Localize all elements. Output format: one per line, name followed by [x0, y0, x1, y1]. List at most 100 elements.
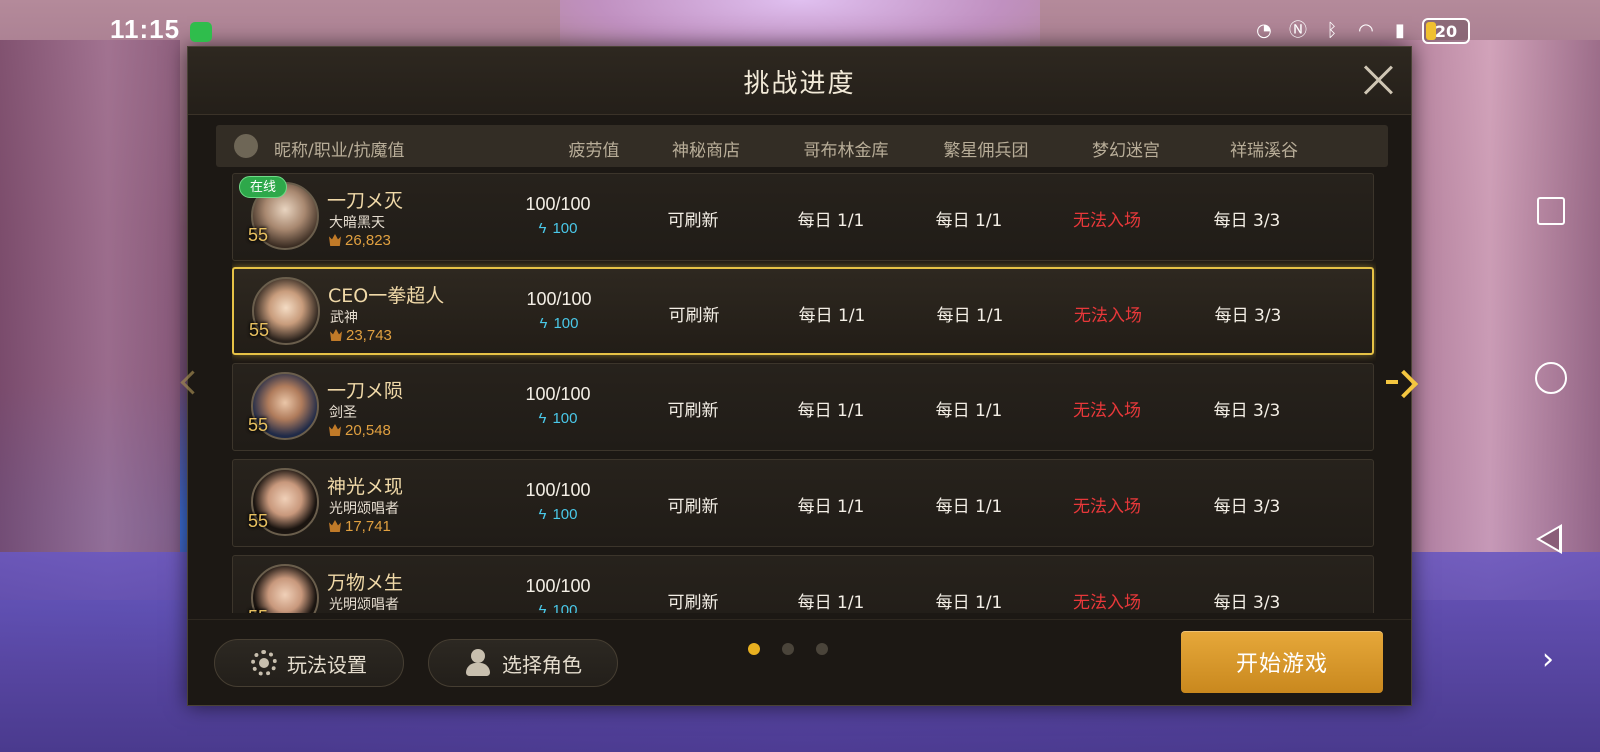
- nfc-icon: Ⓝ: [1289, 20, 1307, 41]
- battery-icon: 20: [1422, 18, 1470, 44]
- lightning-icon: ϟ: [538, 506, 547, 523]
- character-row[interactable]: 55 神光メ现 光明颂唱者 17,741 100/100 ϟ 100 可刷新 每日…: [232, 459, 1374, 547]
- character-list[interactable]: 在线 55 一刀メ灭 大暗黑天 26,823 100/100 ϟ 100 可刷新 …: [232, 173, 1376, 613]
- auspicious-valley-status: 每日 3/3: [1213, 211, 1281, 231]
- character-name: 万物メ生: [327, 572, 404, 594]
- battery-level: 20: [1434, 21, 1458, 41]
- auspicious-valley-status: 每日 3/3: [1213, 497, 1281, 517]
- fatigue-value: 100/100: [525, 194, 591, 214]
- gameplay-settings-button[interactable]: 玩法设置: [214, 639, 404, 687]
- fatigue-sub: ϟ 100: [483, 410, 633, 427]
- fatigue-sub-value: 100: [552, 602, 578, 613]
- level-badge: 55: [241, 220, 275, 250]
- fatigue-value: 100/100: [526, 289, 592, 309]
- column-header-mystery-shop: 神秘商店: [672, 141, 740, 161]
- character-name: 一刀メ陨: [327, 380, 404, 402]
- page-dot[interactable]: [782, 643, 794, 655]
- wifi-icon: ◠: [1358, 20, 1374, 41]
- mystery-shop-status: 可刷新: [667, 497, 719, 517]
- select-character-label: 选择角色: [502, 652, 582, 677]
- gear-icon: [251, 650, 277, 676]
- star-mercenary-status: 每日 1/1: [935, 497, 1003, 517]
- crown-icon: [329, 520, 341, 532]
- character-row[interactable]: 55 万物メ生 光明颂唱者 100/100 ϟ 100 可刷新 每日 1/1 每日…: [232, 555, 1374, 613]
- column-header-goblin-vault: 哥布林金库: [803, 141, 889, 161]
- fatigue-sub-value: 100: [552, 410, 578, 427]
- page-indicator: [748, 643, 828, 655]
- column-header-fatigue: 疲劳值: [568, 141, 620, 161]
- dream-maze-status: 无法入场: [1073, 211, 1141, 231]
- auspicious-valley-status: 每日 3/3: [1214, 306, 1282, 326]
- prev-page-arrow-icon[interactable]: [178, 368, 198, 398]
- character-row[interactable]: 在线 55 一刀メ灭 大暗黑天 26,823 100/100 ϟ 100 可刷新 …: [232, 173, 1374, 261]
- level-badge: 55: [241, 506, 275, 536]
- mystery-shop-status: 可刷新: [667, 593, 719, 613]
- home-button[interactable]: [1535, 362, 1567, 394]
- auspicious-valley-status: 每日 3/3: [1213, 593, 1281, 613]
- crown-icon: [329, 234, 341, 246]
- gameplay-settings-label: 玩法设置: [287, 652, 367, 677]
- speedometer-icon: ◔: [1256, 20, 1272, 41]
- status-bar: 11:15 ◔ Ⓝ ᛒ ◠ ▮ 20: [0, 0, 1600, 44]
- character-row-selected[interactable]: 55 CEO一拳超人 武神 23,743 100/100 ϟ 100 可刷新 每日…: [232, 267, 1374, 355]
- magic-resist-value: 23,743: [346, 327, 392, 344]
- dream-maze-status: 无法入场: [1073, 593, 1141, 613]
- character-job: 大暗黑天: [329, 215, 385, 231]
- fatigue-value: 100/100: [525, 480, 591, 500]
- fatigue-sub: ϟ 100: [483, 220, 633, 237]
- goblin-vault-status: 每日 1/1: [797, 593, 865, 613]
- bluetooth-icon: ᛒ: [1326, 20, 1338, 41]
- mystery-shop-status: 可刷新: [667, 401, 719, 421]
- magic-resist: 17,741: [329, 518, 391, 535]
- mystery-shop-status: 可刷新: [668, 306, 720, 326]
- character-icon: [464, 649, 492, 677]
- dream-maze-status: 无法入场: [1074, 306, 1142, 326]
- close-icon[interactable]: [1361, 63, 1395, 97]
- fatigue-value: 100/100: [525, 576, 591, 596]
- star-mercenary-status: 每日 1/1: [935, 593, 1003, 613]
- page-dot-active[interactable]: [748, 643, 760, 655]
- lightning-icon: ϟ: [538, 410, 547, 427]
- character-row[interactable]: 55 一刀メ陨 剑圣 20,548 100/100 ϟ 100 可刷新 每日 1/…: [232, 363, 1374, 451]
- level-badge: 55: [242, 315, 276, 345]
- fatigue-sub-value: 100: [552, 220, 578, 237]
- column-header-name: 昵称/职业/抗魔值: [274, 141, 405, 161]
- magic-resist-value: 26,823: [345, 232, 391, 249]
- goblin-vault-status: 每日 1/1: [798, 306, 866, 326]
- fatigue-sub: ϟ 100: [483, 506, 633, 523]
- star-mercenary-status: 每日 1/1: [935, 401, 1003, 421]
- fatigue-sub: ϟ 100: [484, 315, 634, 332]
- select-character-button[interactable]: 选择角色: [428, 639, 618, 687]
- fatigue-sub: ϟ 100: [483, 602, 633, 613]
- status-icons: ◔ Ⓝ ᛒ ◠ ▮ 20: [1252, 18, 1470, 44]
- goblin-vault-status: 每日 1/1: [797, 497, 865, 517]
- character-name: 一刀メ灭: [327, 190, 404, 212]
- character-name: CEO一拳超人: [328, 285, 445, 307]
- dialog-title: 挑战进度: [743, 69, 856, 99]
- page-dot[interactable]: [816, 643, 828, 655]
- online-badge: 在线: [239, 176, 288, 198]
- status-clock: 11:15: [110, 14, 181, 44]
- start-game-button[interactable]: 开始游戏: [1181, 631, 1383, 693]
- auspicious-valley-status: 每日 3/3: [1213, 401, 1281, 421]
- column-header-dream-maze: 梦幻迷宫: [1092, 141, 1160, 161]
- fatigue-value: 100/100: [525, 384, 591, 404]
- character-job: 光明颂唱者: [329, 597, 399, 613]
- fatigue-sub-value: 100: [552, 506, 578, 523]
- background-pillar-left: [0, 40, 180, 600]
- system-navigation: ›: [1510, 0, 1600, 752]
- dream-maze-status: 无法入场: [1073, 401, 1141, 421]
- magic-resist-value: 17,741: [345, 518, 391, 535]
- back-button[interactable]: [1536, 524, 1562, 554]
- chevron-right-icon[interactable]: ›: [1542, 645, 1554, 675]
- recents-button[interactable]: [1537, 197, 1565, 225]
- magic-resist-value: 20,548: [345, 422, 391, 439]
- next-page-arrow-icon[interactable]: [1386, 366, 1422, 400]
- character-job: 光明颂唱者: [329, 501, 399, 517]
- goblin-vault-status: 每日 1/1: [797, 211, 865, 231]
- magic-resist: 26,823: [329, 232, 391, 249]
- column-header-star-mercenary: 繁星佣兵团: [943, 141, 1029, 161]
- challenge-progress-dialog: 挑战进度 昵称/职业/抗魔值 疲劳值 神秘商店 哥布林金库 繁星佣兵团 梦幻迷宫…: [187, 46, 1412, 706]
- game-logo-icon: [234, 134, 258, 158]
- lightning-icon: ϟ: [538, 602, 547, 613]
